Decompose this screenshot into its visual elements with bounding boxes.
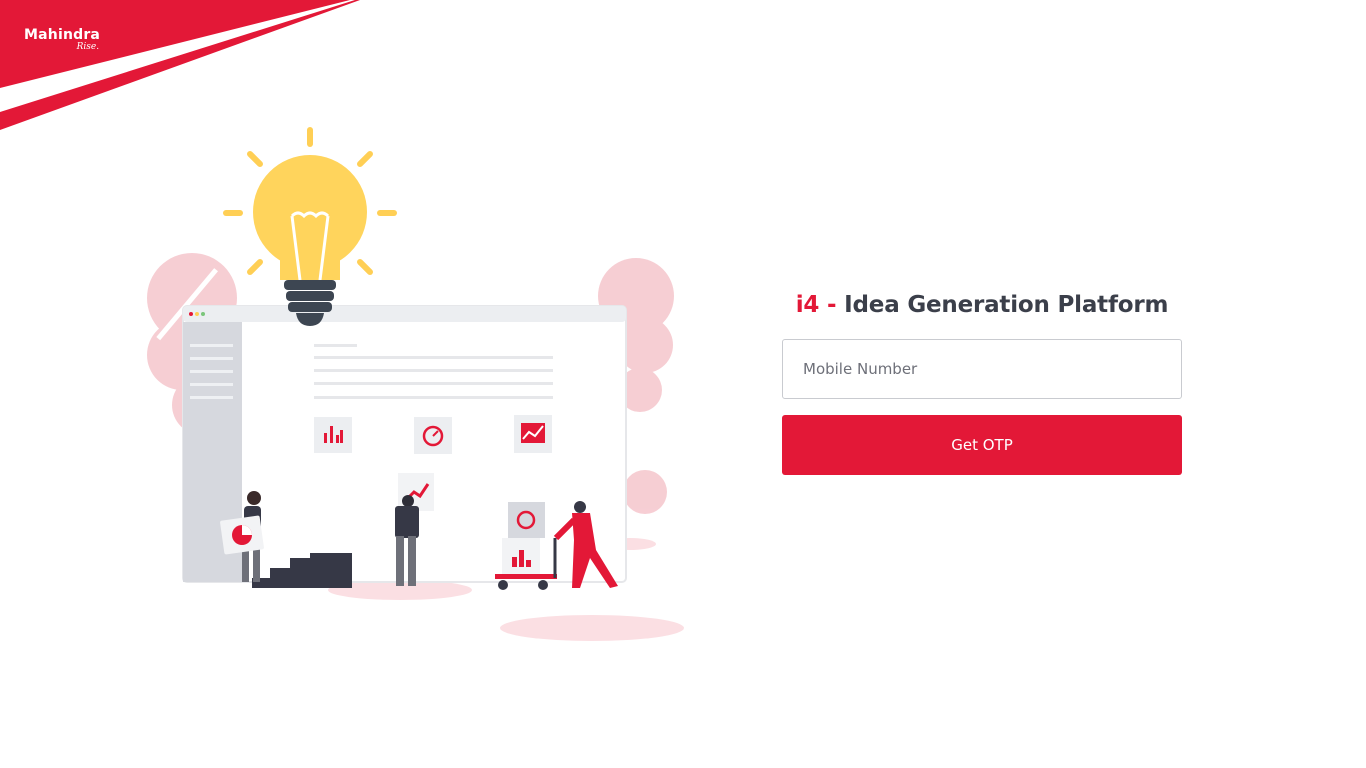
bar-chart-tile [314, 417, 352, 453]
logo-brand-text: Mahindra [24, 27, 101, 43]
page-title: i4 - Idea Generation Platform [782, 288, 1182, 322]
logo-tagline-text: Rise. [76, 42, 100, 52]
line-chart-tile [514, 415, 552, 453]
ground-shadow-2 [500, 615, 684, 641]
get-otp-button[interactable]: Get OTP [782, 415, 1182, 475]
lightbulb [223, 127, 397, 326]
login-panel: i4 - Idea Generation Platform Get OTP [782, 288, 1182, 475]
mobile-number-input[interactable] [782, 339, 1182, 399]
corner-banner [0, 0, 360, 130]
idea-illustration [147, 127, 684, 641]
login-page: Mahindra Rise. i4 - Idea Generation Plat… [0, 0, 1366, 768]
gauge-tile [414, 417, 452, 454]
title-prefix: i4 - [795, 292, 837, 318]
title-main: Idea Generation Platform [844, 292, 1169, 318]
mahindra-logo[interactable]: Mahindra Rise. [24, 28, 100, 52]
